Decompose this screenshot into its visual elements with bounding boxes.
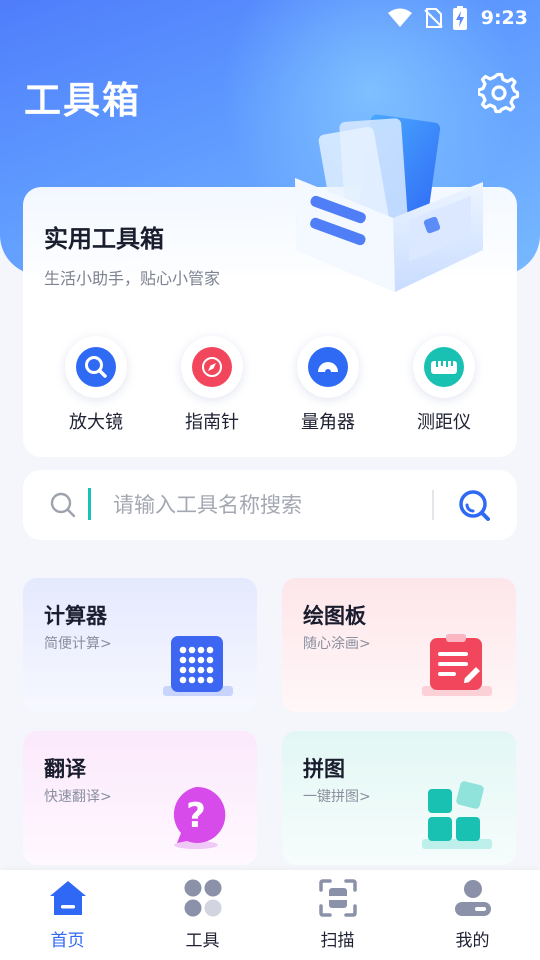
quick-tool-label: 量角器 (301, 412, 355, 433)
nav-home[interactable]: 首页 (0, 870, 135, 960)
hero-card-subtitle: 生活小助手，贴心小管家 (44, 269, 221, 288)
hero-card-title: 实用工具箱 (44, 225, 164, 253)
magnifier-icon (85, 356, 107, 378)
toolbox-illustration-icon (295, 114, 483, 292)
nav-label: 工具 (185, 931, 220, 951)
svg-text:?: ? (186, 796, 206, 836)
quick-tool-compass[interactable]: 指南针 (157, 336, 267, 434)
nav-label: 我的 (455, 931, 490, 951)
nav-label: 扫描 (320, 931, 355, 951)
tile-subtitle[interactable]: 随心涂画> (303, 633, 371, 653)
quick-tool-protractor[interactable]: 量角器 (273, 336, 383, 434)
puzzle-blocks-icon (422, 781, 492, 849)
question-bubble-icon: ? (173, 786, 226, 849)
ruler-icon (431, 361, 457, 374)
tile-drawing-board[interactable]: 绘图板 随心涂画> (282, 578, 516, 712)
drawing-board-icon (422, 634, 492, 696)
nav-label: 首页 (50, 931, 85, 951)
home-icon (49, 881, 86, 915)
status-time: 9:23 (480, 7, 528, 29)
search-icon (50, 492, 76, 518)
quick-tool-magnifier[interactable]: 放大镜 (41, 336, 151, 434)
tile-puzzle[interactable]: 拼图 一键拼图> (282, 731, 516, 865)
tile-title: 计算器 (44, 604, 107, 628)
tile-subtitle[interactable]: 一键拼图> (303, 786, 371, 806)
tile-title: 绘图板 (303, 604, 366, 628)
tile-translate[interactable]: 翻译 快速翻译> ? (23, 731, 257, 865)
bottom-navigation: 首页 工具 扫描 我的 (0, 870, 540, 960)
search-bar (23, 470, 517, 540)
search-divider (432, 490, 434, 520)
calculator-icon (163, 636, 233, 696)
text-cursor (88, 488, 91, 520)
compass-icon (202, 357, 222, 377)
nav-scan[interactable]: 扫描 (270, 870, 405, 960)
tools-grid-icon (184, 879, 221, 917)
nav-profile[interactable]: 我的 (405, 870, 540, 960)
tile-title: 拼图 (303, 757, 345, 781)
quick-tool-label: 放大镜 (69, 412, 123, 433)
quick-tool-label: 测距仪 (417, 412, 471, 433)
quick-tool-label: 指南针 (185, 412, 239, 433)
tile-calculator[interactable]: 计算器 简便计算> (23, 578, 257, 712)
no-sim-icon (424, 8, 443, 28)
nav-tools[interactable]: 工具 (135, 870, 270, 960)
search-input[interactable] (91, 487, 421, 523)
search-button-icon[interactable] (455, 486, 495, 526)
battery-charging-icon (452, 6, 467, 30)
tile-subtitle[interactable]: 简便计算> (44, 633, 112, 653)
wifi-icon (387, 8, 412, 27)
quick-tool-ruler[interactable]: 测距仪 (389, 336, 499, 434)
status-bar: 9:23 (0, 0, 540, 36)
tile-title: 翻译 (44, 757, 86, 781)
profile-icon (454, 880, 491, 916)
page-title: 工具箱 (24, 79, 141, 122)
protractor-icon (318, 362, 338, 372)
scan-icon (318, 879, 357, 917)
tile-subtitle[interactable]: 快速翻译> (44, 786, 112, 806)
